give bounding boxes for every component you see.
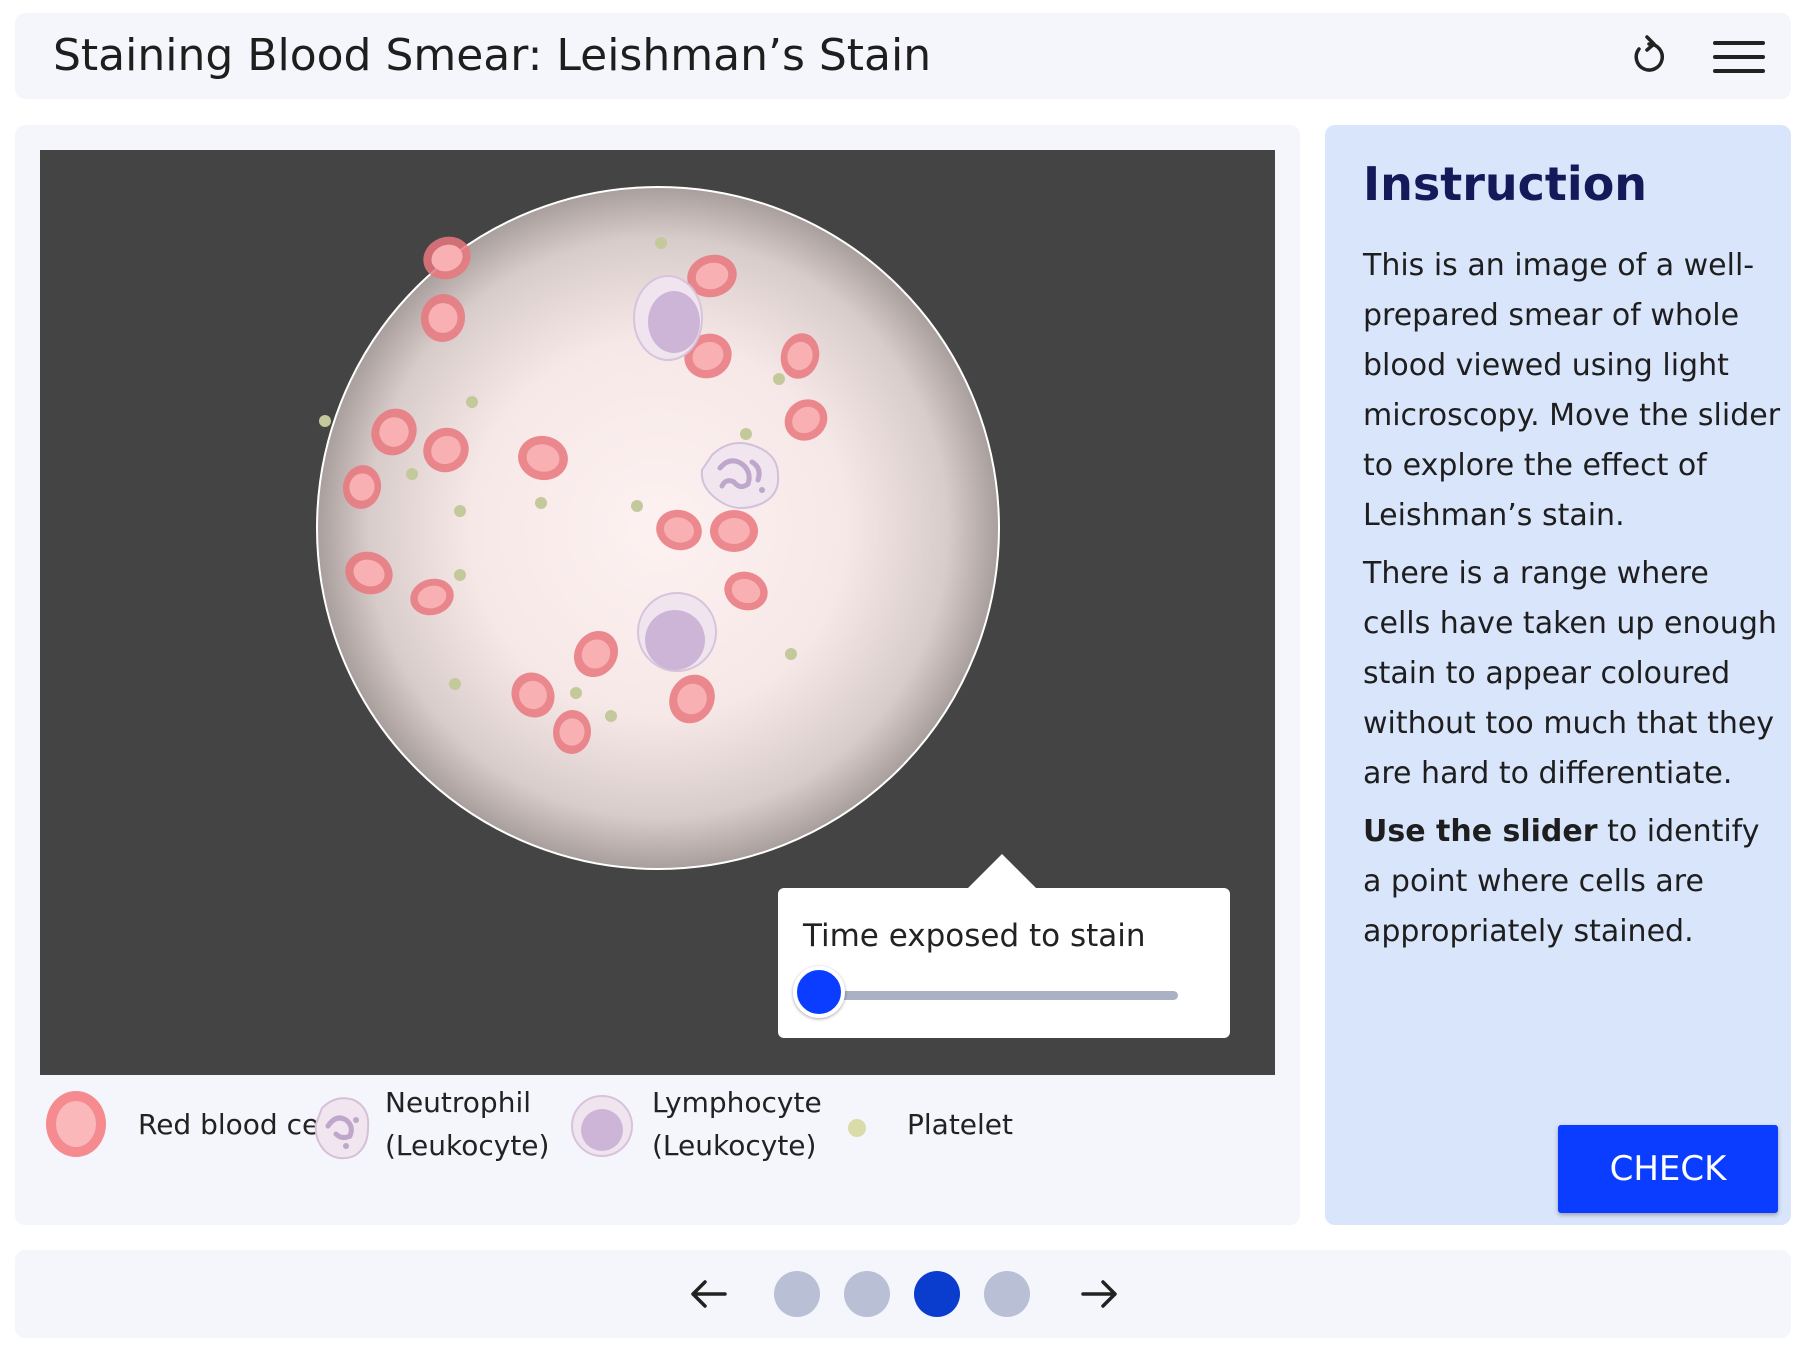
page-dot-1[interactable] [774,1271,820,1317]
platelet [406,468,418,480]
platelet [631,500,643,512]
instruction-body: This is an image of a well-prepared smea… [1363,241,1783,965]
platelet [740,428,752,440]
legend: Red blood cell Neutrophil (Leukocyte) Ly… [40,1086,1275,1210]
slider-label: Time exposed to stain [803,918,1146,954]
page-dot-2[interactable] [844,1271,890,1317]
stain-time-popup: Time exposed to stain [778,854,1230,1038]
lymphocyte [633,275,703,361]
reset-icon[interactable] [1627,35,1671,79]
platelet [785,648,797,660]
legend-item-platelet: Platelet [835,1090,1055,1210]
instruction-panel: Instruction This is an image of a well-p… [1325,125,1791,1225]
platelet [655,237,667,249]
instruction-paragraph-2: There is a range where cells have taken … [1363,556,1777,791]
platelet-icon [848,1119,866,1137]
arrow-right-icon[interactable] [1077,1272,1121,1316]
stain-time-slider[interactable] [788,966,1208,1026]
legend-item-lymphocyte: Lymphocyte (Leukocyte) [570,1086,830,1210]
slider-thumb[interactable] [793,966,845,1018]
hamburger-menu-icon[interactable] [1711,35,1767,79]
platelet [454,569,466,581]
footer-nav [15,1250,1791,1338]
platelet [605,710,617,722]
red-blood-cell [710,510,758,552]
neutrophil-icon [314,1097,370,1160]
slider-track[interactable] [828,991,1178,1000]
check-button[interactable]: CHECK [1558,1125,1778,1213]
page-dot-4[interactable] [984,1271,1030,1317]
microscope-viewer: Time exposed to stain [40,150,1275,1075]
platelet [466,396,478,408]
legend-label-platelet: Platelet [907,1108,1014,1141]
legend-item-neutrophil: Neutrophil (Leukocyte) [310,1086,570,1210]
legend-label-lymphocyte-line2: (Leukocyte) [652,1129,817,1162]
page-title: Staining Blood Smear: Leishman’s Stain [53,30,932,81]
lymphocyte [637,592,717,672]
instruction-paragraph-3: Use the slider to identify a point where… [1363,807,1783,957]
lymphocyte-icon [571,1095,633,1157]
popup-pointer [968,854,1036,888]
platelet [454,505,466,517]
page-dot-3[interactable] [914,1271,960,1317]
instruction-emphasis: Use the slider [1363,814,1598,849]
legend-label-red-blood-cell: Red blood cell [138,1108,335,1141]
red-blood-cell-icon [46,1091,106,1157]
platelet [773,373,785,385]
arrow-left-icon[interactable] [687,1272,731,1316]
legend-label-neutrophil-line2: (Leukocyte) [385,1129,550,1162]
legend-item-red-blood-cell: Red blood cell [40,1090,335,1210]
main-panel: Time exposed to stain Red blood cell Neu… [15,125,1300,1225]
platelet [319,415,331,427]
platelet [535,497,547,509]
platelet [449,678,461,690]
platelet [570,687,582,699]
header-bar: Staining Blood Smear: Leishman’s Stain [15,13,1791,99]
instruction-paragraph-1: This is an image of a well-prepared smea… [1363,248,1781,533]
instruction-heading: Instruction [1363,157,1648,211]
